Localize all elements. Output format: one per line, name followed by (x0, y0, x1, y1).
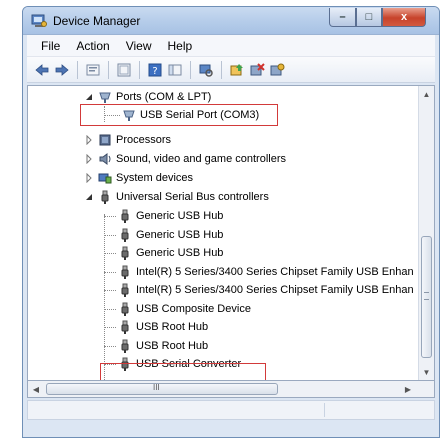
tree-label: Generic USB Hub (136, 247, 224, 259)
window-title: Device Manager (53, 14, 141, 28)
usb-plug-icon (121, 246, 129, 260)
tree-node-usb-device[interactable]: Generic USB Hub (118, 244, 223, 262)
forward-arrow-icon[interactable] (53, 61, 71, 79)
tree-label: Generic USB Hub (136, 229, 224, 241)
tree-node-system-devices[interactable]: System devices (84, 169, 193, 187)
show-hidden-icon[interactable] (115, 61, 133, 79)
scroll-left-arrow-icon[interactable]: ◀ (28, 381, 44, 397)
toolbar-separator (139, 60, 140, 79)
back-arrow-icon[interactable] (33, 61, 51, 79)
usb-plug-icon (121, 283, 129, 297)
scroll-up-arrow-icon[interactable]: ▲ (419, 86, 434, 102)
tree-connector (104, 309, 116, 310)
tree-connector (104, 327, 116, 328)
tree-connector (104, 214, 105, 380)
scroll-grip-label: III (153, 383, 160, 392)
usb-plug-icon (101, 190, 109, 204)
usb-plug-icon (121, 339, 129, 353)
scroll-right-arrow-icon[interactable]: ▶ (400, 381, 416, 397)
scan-hardware-icon[interactable] (197, 61, 215, 79)
scroll-grip-icon (424, 292, 429, 300)
scroll-down-arrow-icon[interactable]: ▼ (419, 364, 434, 380)
highlight-box-com3 (80, 104, 278, 126)
usb-plug-icon (121, 302, 129, 316)
speaker-icon (99, 153, 111, 165)
expand-arrow-icon[interactable] (84, 154, 94, 164)
toolbar-separator (108, 60, 109, 79)
toolbar-separator (221, 60, 222, 79)
menu-action[interactable]: Action (68, 39, 117, 53)
toolbar: ? (27, 57, 435, 83)
vertical-scroll-thumb[interactable] (421, 236, 432, 358)
tree-connector (104, 290, 116, 291)
tree-node-usb-device[interactable]: USB Root Hub (118, 337, 208, 355)
tree-label: USB Composite Device (136, 303, 251, 315)
collapse-arrow-icon[interactable] (84, 92, 94, 102)
usb-plug-icon (121, 265, 129, 279)
svg-text:?: ? (152, 66, 157, 77)
tree-node-sound[interactable]: Sound, video and game controllers (84, 150, 286, 168)
tree-connector (104, 253, 116, 254)
expand-arrow-icon[interactable] (84, 135, 94, 145)
horizontal-scroll-thumb[interactable]: III (46, 383, 278, 395)
tree-node-usb-controllers[interactable]: Universal Serial Bus controllers (84, 188, 269, 206)
expand-arrow-icon[interactable] (84, 173, 94, 183)
system-devices-icon (98, 173, 112, 184)
menu-view[interactable]: View (118, 39, 160, 53)
tree-label: Sound, video and game controllers (116, 153, 286, 165)
vertical-scrollbar[interactable]: ▲ ▼ (418, 86, 434, 380)
disable-icon[interactable] (268, 61, 286, 79)
tree-connector (104, 346, 116, 347)
update-driver-icon[interactable] (228, 61, 246, 79)
tree-node-usb-device[interactable]: Generic USB Hub (118, 207, 223, 225)
tree-label: Generic USB Hub (136, 210, 224, 222)
port-connector-icon (99, 92, 111, 103)
tree-label: Ports (COM & LPT) (116, 91, 212, 103)
usb-plug-icon (121, 228, 129, 242)
tree-connector (104, 235, 116, 236)
uninstall-icon[interactable] (248, 61, 266, 79)
menu-bar: File Action View Help (27, 35, 435, 57)
device-manager-window: Device Manager – □ x File Action View He… (22, 6, 440, 438)
tree-node-usb-device[interactable]: Intel(R) 5 Series/3400 Series Chipset Fa… (118, 281, 414, 299)
device-tree[interactable]: Ports (COM & LPT) USB Serial Port (COM3)… (27, 85, 435, 381)
minimize-button[interactable]: – (329, 8, 356, 27)
maximize-button[interactable]: □ (356, 8, 382, 27)
usb-plug-icon (121, 320, 129, 334)
processor-chip-icon (99, 134, 111, 146)
tree-node-processors[interactable]: Processors (84, 131, 171, 149)
tree-label: USB Root Hub (136, 321, 209, 333)
tree-node-usb-device[interactable]: Generic USB Hub (118, 226, 223, 244)
properties-icon[interactable] (84, 61, 102, 79)
usb-plug-icon (121, 209, 129, 223)
help-icon[interactable]: ? (146, 61, 164, 79)
status-cell (324, 403, 325, 417)
close-button[interactable]: x (382, 8, 426, 27)
tree-label: Universal Serial Bus controllers (116, 191, 269, 203)
tree-label: USB Root Hub (136, 340, 209, 352)
collapse-arrow-icon[interactable] (84, 192, 94, 202)
toolbar-separator (77, 60, 78, 79)
device-manager-icon (31, 14, 47, 28)
tree-label: Processors (116, 134, 172, 146)
tree-node-usb-device[interactable]: USB Root Hub (118, 318, 208, 336)
horizontal-scrollbar[interactable]: ◀ III ▶ (27, 381, 435, 398)
tree-label: System devices (116, 172, 194, 184)
title-bar[interactable]: Device Manager – □ x (23, 7, 439, 35)
menu-help[interactable]: Help (160, 39, 201, 53)
tree-connector (104, 272, 116, 273)
console-tree-icon[interactable] (166, 61, 184, 79)
toolbar-separator (190, 60, 191, 79)
tree-connector (104, 216, 116, 217)
tree-node-usb-device[interactable]: USB Composite Device (118, 300, 251, 318)
tree-label: Intel(R) 5 Series/3400 Series Chipset Fa… (136, 284, 414, 296)
menu-file[interactable]: File (33, 39, 68, 53)
status-bar (27, 400, 435, 420)
tree-node-usb-device[interactable]: Intel(R) 5 Series/3400 Series Chipset Fa… (118, 263, 414, 281)
tree-label: Intel(R) 5 Series/3400 Series Chipset Fa… (136, 266, 414, 278)
highlight-box-usb-serial-converter (100, 363, 266, 380)
